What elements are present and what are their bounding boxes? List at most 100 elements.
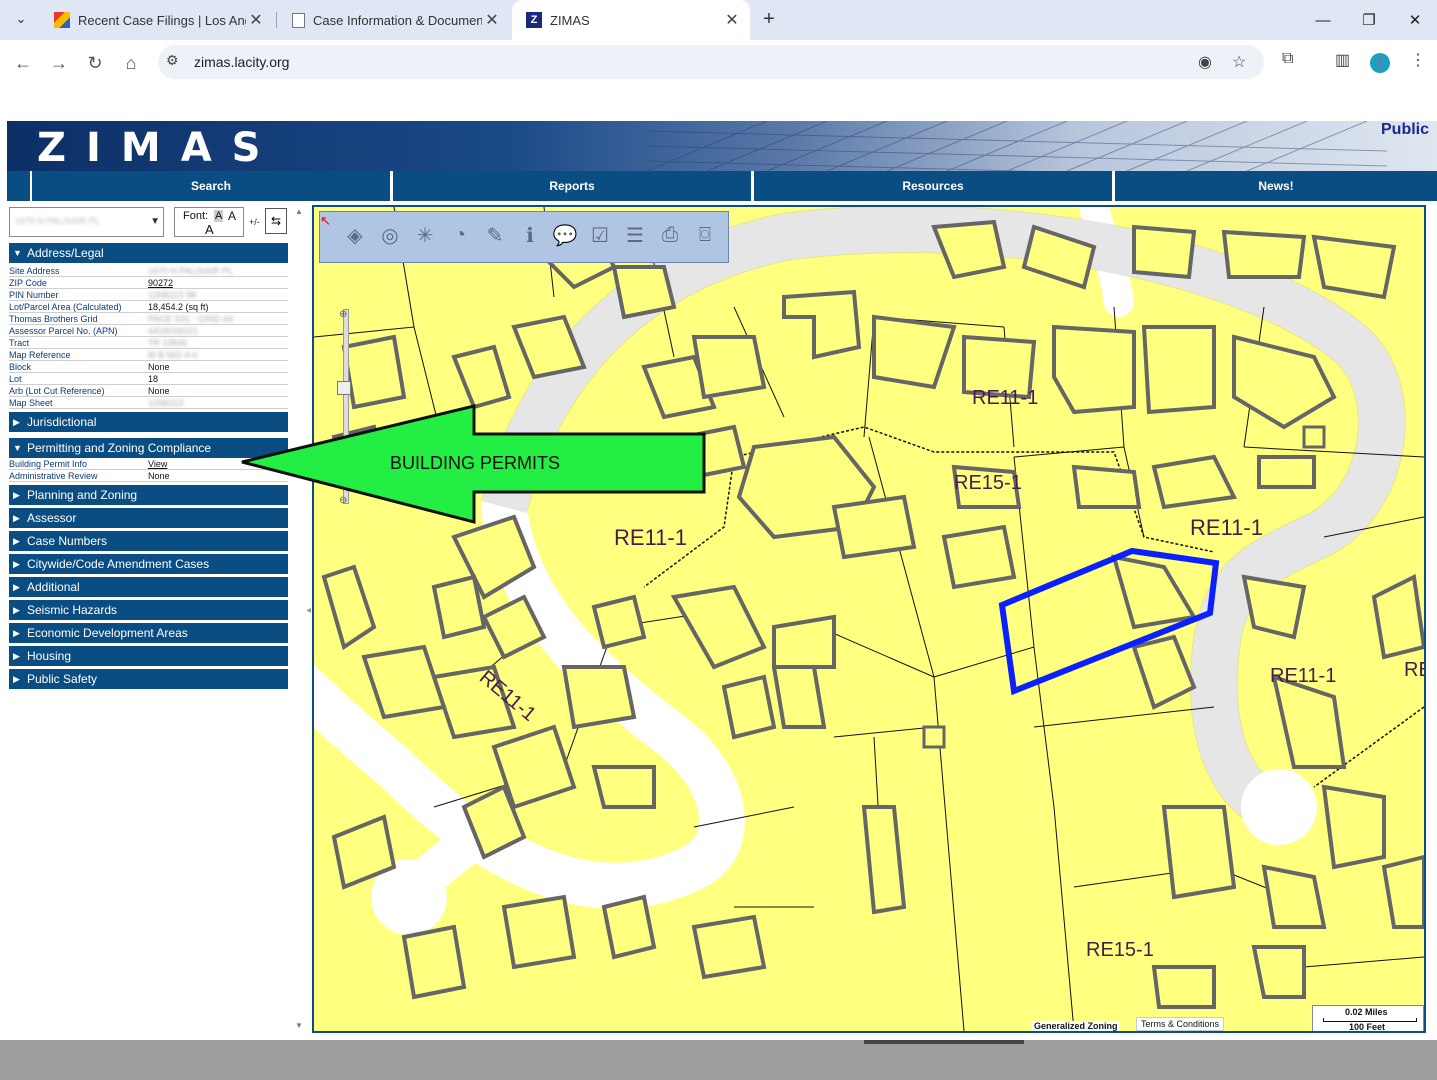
menu-dots-icon[interactable]: ⋮ xyxy=(1410,50,1426,70)
restore-icon[interactable]: ❐ xyxy=(1346,0,1392,40)
font-medium-button[interactable]: A xyxy=(228,209,236,223)
reload-icon[interactable]: ↻ xyxy=(80,48,110,78)
zoom-in-icon[interactable]: ⊕ xyxy=(339,309,347,320)
nav-search[interactable]: Search xyxy=(32,171,390,201)
zoom-slider-thumb[interactable] xyxy=(337,381,351,395)
expanded-triangle-icon: ▼ xyxy=(13,248,22,258)
measure-icon[interactable]: ◔ xyxy=(445,218,475,252)
close-window-icon[interactable]: ✕ xyxy=(1392,0,1437,40)
collapsed-triangle-icon: ▶ xyxy=(13,535,20,546)
zoning-map[interactable]: ◈ ◎ ✳ ◔ ✎ ℹ 💬 ☑ ☰ ⎙ ⌼ ↖ ⊕ ⊖ RE11-1 RE15-… xyxy=(312,205,1426,1033)
minimize-icon[interactable]: — xyxy=(1300,0,1346,40)
dropdown-arrow-icon[interactable]: ▼ xyxy=(150,216,160,227)
expand-collapse-toggle[interactable]: +/- xyxy=(249,217,260,227)
collapsed-triangle-icon: ▶ xyxy=(13,581,20,592)
info-row-label: Tract xyxy=(9,338,30,348)
info-row-value[interactable]: View xyxy=(148,459,167,469)
section-citywide-cases[interactable]: ▶ Citywide/Code Amendment Cases xyxy=(9,554,288,574)
zone-label: RE15-1 xyxy=(1086,939,1154,961)
address-select[interactable]: 1670 N PALISAIR PL ▼ xyxy=(9,207,164,237)
font-small-button[interactable]: A xyxy=(214,210,224,222)
info-row-label: Building Permit Info xyxy=(9,459,88,469)
info-row-label: ZIP Code xyxy=(9,278,47,288)
info-row-label: Block xyxy=(9,362,32,372)
scroll-up-icon[interactable]: ▲ xyxy=(295,207,303,216)
url-text[interactable]: zimas.lacity.org xyxy=(194,54,289,70)
profile-avatar[interactable]: ʃ xyxy=(1370,53,1390,73)
new-tab-button[interactable]: + xyxy=(756,6,782,32)
section-housing[interactable]: ▶ Housing xyxy=(9,646,288,666)
eye-off-icon[interactable]: ◉ xyxy=(1198,52,1212,72)
info-row: Tract TR 19845 xyxy=(9,337,288,349)
nav-news[interactable]: News! xyxy=(1115,171,1437,201)
info-row-value[interactable]: 90272 xyxy=(148,278,173,288)
scroll-down-icon[interactable]: ▼ xyxy=(295,1021,303,1030)
info-row-label: Lot xyxy=(9,374,22,384)
list-icon[interactable]: ☰ xyxy=(620,218,650,252)
browser-toolbar: ← → ↻ ⌂ ⚙ zimas.lacity.org ◉ ☆ ⧉ ▥ ⋮ xyxy=(0,40,1437,86)
camera-icon[interactable]: ⌼ xyxy=(690,218,720,252)
info-row: PIN Number 126B113 98 xyxy=(9,289,288,301)
section-economic-development[interactable]: ▶ Economic Development Areas xyxy=(9,623,288,643)
comment-icon[interactable]: 💬 xyxy=(550,218,580,252)
nav-resources[interactable]: Resources xyxy=(754,171,1112,201)
identify-icon[interactable]: ✳ xyxy=(410,218,440,252)
panel-layout-icon[interactable]: ⇆ xyxy=(265,208,287,234)
print-icon[interactable]: ⎙ xyxy=(655,218,685,252)
site-info-icon[interactable]: ⚙ xyxy=(166,52,179,69)
tab-separator xyxy=(276,12,277,28)
close-tab-icon[interactable]: ✕ xyxy=(246,10,266,30)
info-row-value: None xyxy=(148,386,170,396)
collapsed-triangle-icon: ▶ xyxy=(13,604,20,615)
zimas-navbar: Search Reports Resources News! xyxy=(7,171,1437,201)
tab-recent-case-filings[interactable]: Recent Case Filings | Los Angele ✕ xyxy=(40,0,274,40)
info-row-value: 18 xyxy=(148,374,159,384)
info-row-value: 4416026021 xyxy=(148,326,199,336)
close-tab-icon[interactable]: ✕ xyxy=(722,10,742,30)
zone-label: RE11-1 xyxy=(614,525,687,550)
info-row-value: 1670 N PALISAIR PL xyxy=(148,266,233,276)
info-row-label: PIN Number xyxy=(9,290,59,300)
info-row: Site Address 1670 N PALISAIR PL xyxy=(9,265,288,277)
section-additional[interactable]: ▶ Additional xyxy=(9,577,288,597)
info-row-label: Site Address xyxy=(9,266,60,276)
back-arrow-icon[interactable]: ← xyxy=(8,48,38,78)
draw-icon[interactable]: ✎ xyxy=(480,218,510,252)
section-case-numbers[interactable]: ▶ Case Numbers xyxy=(9,531,288,551)
side-panel-icon[interactable]: ▥ xyxy=(1335,50,1350,70)
horizontal-scrollbar-thumb[interactable] xyxy=(864,1040,1024,1044)
address-legal-rows: Site Address 1670 N PALISAIR PL ZIP Code 90… xyxy=(9,265,288,409)
forward-arrow-icon[interactable]: → xyxy=(44,48,74,78)
star-icon[interactable]: ☆ xyxy=(1232,52,1246,72)
tab-search-chevron-icon[interactable]: ⌄ xyxy=(8,6,34,32)
checklist-icon[interactable]: ☑ xyxy=(585,218,615,252)
tab-zimas[interactable]: Z ZIMAS ✕ xyxy=(512,0,750,40)
close-tab-icon[interactable]: ✕ xyxy=(482,10,502,30)
zone-label: RE11-1 xyxy=(1270,665,1337,687)
terms-conditions-link[interactable]: Terms & Conditions xyxy=(1136,1017,1225,1031)
section-public-safety[interactable]: ▶ Public Safety xyxy=(9,669,288,689)
locate-icon[interactable]: ◎ xyxy=(375,218,405,252)
home-icon[interactable]: ⌂ xyxy=(116,48,146,78)
info-row: Assessor Parcel No. (APN) 4416026021 xyxy=(9,325,288,337)
layers-icon[interactable]: ◈ xyxy=(340,218,370,252)
info-icon[interactable]: ℹ xyxy=(515,218,545,252)
browser-tab-strip: ⌄ Recent Case Filings | Los Angele ✕ Cas… xyxy=(0,0,1437,40)
info-row: Lot/Parcel Area (Calculated) 18,454.2 (sq… xyxy=(9,301,288,313)
section-seismic-hazards[interactable]: ▶ Seismic Hazards xyxy=(9,600,288,620)
collapsed-triangle-icon: ▶ xyxy=(13,416,20,427)
nav-reports[interactable]: Reports xyxy=(393,171,751,201)
red-arrow-icon[interactable]: ↖ xyxy=(320,213,331,229)
font-large-button[interactable]: A xyxy=(205,222,214,237)
zone-label: RE11-1 xyxy=(972,387,1039,409)
panel-scrollbar[interactable]: ▲ ▼ xyxy=(293,205,306,1035)
section-address-legal[interactable]: ▼ Address/Legal xyxy=(9,243,288,263)
panel-divider-handle[interactable]: ◂ xyxy=(306,605,311,616)
scale-bar: 0.02 Miles 100 Feet xyxy=(1312,1005,1424,1031)
info-row: Thomas Brothers Grid PAGE 631 - GRID A6 xyxy=(9,313,288,325)
tab-case-information[interactable]: Case Information & Documents ✕ xyxy=(278,0,510,40)
address-bar[interactable]: ⚙ zimas.lacity.org ◉ ☆ xyxy=(158,45,1264,79)
info-row-value: TR 19845 xyxy=(148,338,188,348)
info-row-label: Assessor Parcel No. (APN) xyxy=(9,326,118,336)
extensions-icon[interactable]: ⧉ xyxy=(1282,50,1293,68)
